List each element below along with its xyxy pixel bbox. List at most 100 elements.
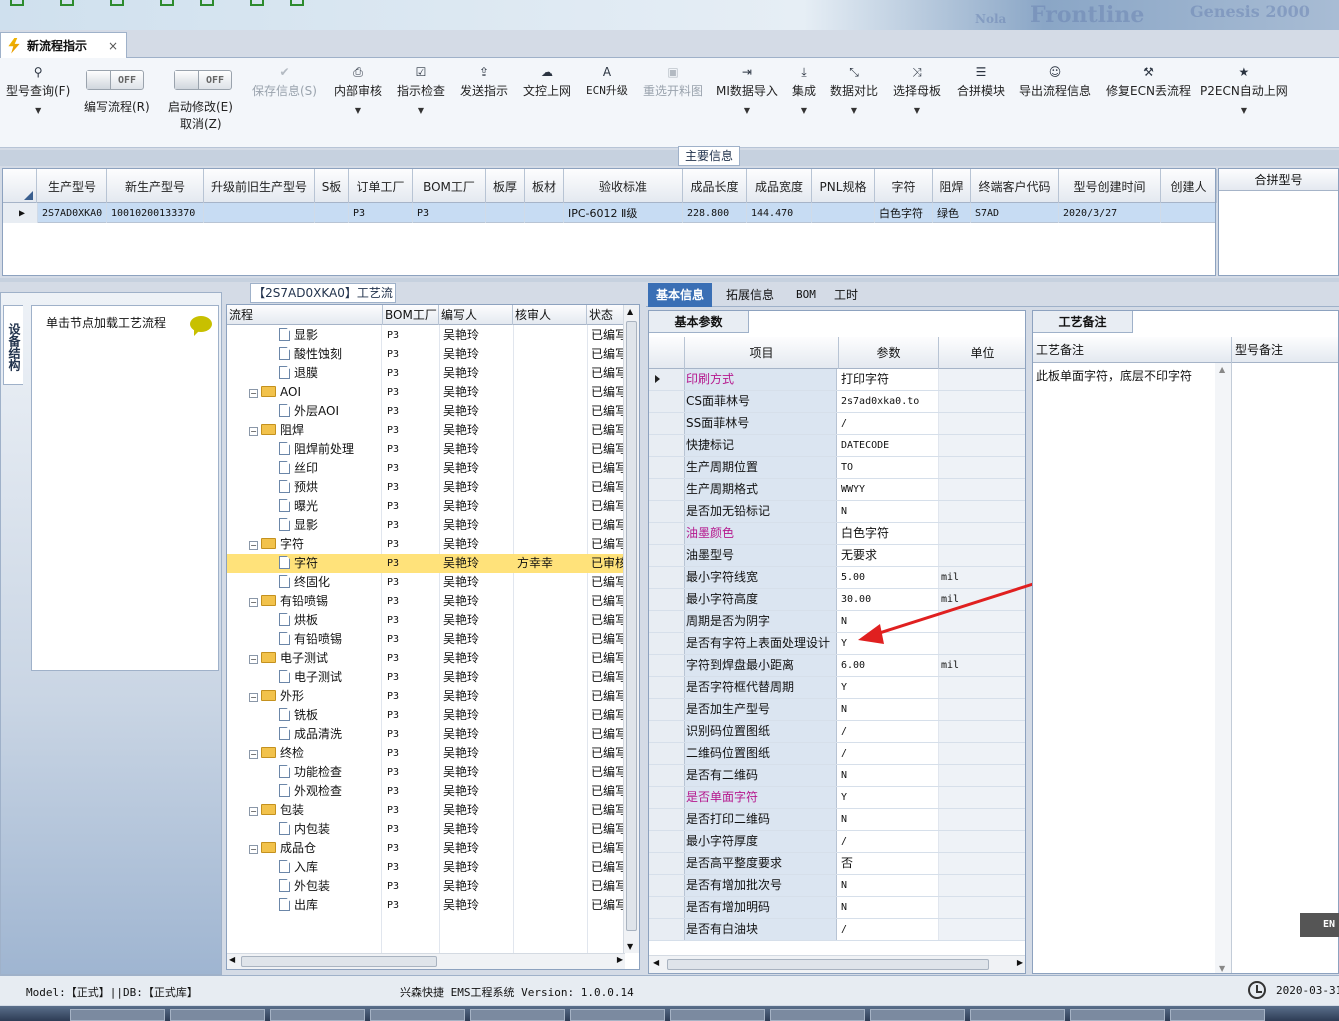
flow-factory-cell[interactable]: P3	[383, 668, 439, 687]
flow-writer-cell[interactable]: 吴艳玲	[443, 516, 513, 535]
param-value[interactable]: /	[839, 413, 939, 434]
startup-modify-toggle[interactable]: OFF	[174, 70, 232, 90]
flow-factory-cell[interactable]: P3	[383, 478, 439, 497]
taskbar-item[interactable]	[670, 1009, 765, 1021]
col-header[interactable]: 单位	[939, 337, 1025, 369]
table-cell[interactable]	[486, 203, 525, 223]
row-indicator-icon[interactable]	[649, 699, 685, 720]
table-cell[interactable]	[1161, 203, 1217, 223]
col-header[interactable]: S板	[315, 169, 349, 203]
row-indicator-icon[interactable]	[649, 413, 685, 434]
flow-factory-cell[interactable]: P3	[383, 402, 439, 421]
flow-writer-cell[interactable]: 吴艳玲	[443, 573, 513, 592]
flow-status-cell[interactable]: 已编写	[591, 725, 625, 744]
check-instruction-button[interactable]: ☑ 指示检查 ▼	[397, 64, 445, 115]
flow-step-name[interactable]: − 终检	[249, 744, 381, 763]
param-row[interactable]: 生产周期格式 WWYY	[649, 479, 1025, 501]
flow-writer-cell[interactable]: 吴艳玲	[443, 801, 513, 820]
ecn-upgrade-button[interactable]: A ECN升级	[586, 64, 628, 98]
taskbar-item[interactable]	[1070, 1009, 1165, 1021]
write-flow-toggle[interactable]: OFF	[86, 70, 144, 90]
flow-row[interactable]: 出库 P3 吴艳玲 已编写	[227, 896, 625, 915]
flow-row[interactable]: 曝光 P3 吴艳玲 已编写	[227, 497, 625, 516]
flow-step-name[interactable]: 显影	[279, 326, 381, 345]
flow-row[interactable]: 字符 P3 吴艳玲 方幸幸 已审核	[227, 554, 625, 573]
flow-status-cell[interactable]: 已编写	[591, 687, 625, 706]
p2ecn-button[interactable]: ★ P2ECN自动上网 ▼	[1200, 64, 1288, 115]
flow-status-cell[interactable]: 已编写	[591, 706, 625, 725]
param-row[interactable]: CS面菲林号 2s7ad0xka0.to	[649, 391, 1025, 413]
collapse-icon[interactable]: −	[249, 655, 258, 664]
flow-row[interactable]: 烘板 P3 吴艳玲 已编写	[227, 611, 625, 630]
taskbar-item[interactable]	[1170, 1009, 1265, 1021]
flow-writer-cell[interactable]: 吴艳玲	[443, 649, 513, 668]
flow-factory-cell[interactable]: P3	[383, 687, 439, 706]
table-cell[interactable]: P3	[349, 203, 413, 223]
flow-reviewer-cell[interactable]	[517, 459, 587, 478]
param-row[interactable]: 印刷方式 打印字符	[649, 369, 1025, 391]
taskbar-item[interactable]	[70, 1009, 165, 1021]
col-header[interactable]: PNL规格	[812, 169, 875, 203]
mi-import-button[interactable]: ⇥ MI数据导入 ▼	[716, 64, 778, 115]
flow-step-name[interactable]: 内包装	[279, 820, 381, 839]
scroll-left-icon[interactable]: ◀	[653, 958, 659, 967]
taskbar-item[interactable]	[570, 1009, 665, 1021]
close-icon[interactable]: ×	[108, 39, 118, 53]
flow-reviewer-cell[interactable]	[517, 668, 587, 687]
param-row[interactable]: 是否高平整度要求否	[649, 853, 1025, 875]
param-value[interactable]: 否	[839, 853, 939, 874]
row-indicator-icon[interactable]	[649, 765, 685, 786]
param-row[interactable]: 最小字符厚度 /	[649, 831, 1025, 853]
flow-factory-cell[interactable]: P3	[383, 592, 439, 611]
flow-row[interactable]: 显影 P3 吴艳玲 已编写	[227, 516, 625, 535]
table-cell[interactable]	[315, 203, 349, 223]
param-value[interactable]: TO	[839, 457, 939, 478]
export-flow-button[interactable]: ☺ 导出流程信息	[1019, 64, 1091, 99]
flow-status-cell[interactable]: 已编写	[591, 630, 625, 649]
select-motherboard-button[interactable]: ⤨ 选择母板 ▼	[893, 64, 941, 115]
scroll-right-icon[interactable]: ▶	[617, 955, 623, 964]
flow-step-name[interactable]: 酸性蚀刻	[279, 345, 381, 364]
table-row[interactable]: ▶ 2S7AD0XKA0 10010200133370 P3 P3 IPC-60…	[3, 203, 1217, 223]
flow-reviewer-cell[interactable]	[517, 725, 587, 744]
flow-factory-cell[interactable]: P3	[383, 782, 439, 801]
splitter[interactable]	[0, 278, 1339, 282]
flow-reviewer-cell[interactable]	[517, 383, 587, 402]
row-indicator-icon[interactable]	[649, 589, 685, 610]
table-cell[interactable]	[525, 203, 564, 223]
flow-status-cell[interactable]: 已编写	[591, 782, 625, 801]
flow-factory-cell[interactable]: P3	[383, 877, 439, 896]
data-compare-button[interactable]: ⤡ 数据对比 ▼	[830, 64, 878, 115]
col-header[interactable]: 新生产型号	[107, 169, 204, 203]
row-indicator-icon[interactable]	[649, 655, 685, 676]
flow-factory-cell[interactable]: P3	[383, 573, 439, 592]
flow-writer-cell[interactable]: 吴艳玲	[443, 611, 513, 630]
flow-status-cell[interactable]: 已编写	[591, 421, 625, 440]
flow-writer-cell[interactable]: 吴艳玲	[443, 687, 513, 706]
row-indicator-icon[interactable]	[649, 677, 685, 698]
flow-reviewer-cell[interactable]	[517, 630, 587, 649]
param-row[interactable]: 是否加生产型号 N	[649, 699, 1025, 721]
tab-new-flow-instruction[interactable]: 新流程指示 ×	[0, 32, 127, 58]
flow-reviewer-cell[interactable]	[517, 440, 587, 459]
taskbar-item[interactable]	[870, 1009, 965, 1021]
flow-status-cell[interactable]: 已编写	[591, 478, 625, 497]
table-cell[interactable]: 2020/3/27	[1059, 203, 1161, 223]
col-header[interactable]: 型号备注	[1232, 337, 1338, 363]
col-header[interactable]: 板材	[525, 169, 564, 203]
param-row[interactable]: 二维码位置图纸 /	[649, 743, 1025, 765]
flow-step-name[interactable]: − 外形	[249, 687, 381, 706]
flow-row[interactable]: 阻焊前处理 P3 吴艳玲 已编写	[227, 440, 625, 459]
flow-step-name[interactable]: 电子测试	[279, 668, 381, 687]
flow-reviewer-cell[interactable]	[517, 877, 587, 896]
dropdown-arrow-icon[interactable]: ▼	[744, 106, 750, 115]
flow-step-name[interactable]: 阻焊前处理	[279, 440, 381, 459]
flow-row[interactable]: − AOI P3 吴艳玲 已编写	[227, 383, 625, 402]
flow-row[interactable]: 酸性蚀刻 P3 吴艳玲 已编写	[227, 345, 625, 364]
integrate-button[interactable]: ⤓ 集成 ▼	[792, 64, 816, 115]
param-value[interactable]: 白色字符	[839, 523, 939, 544]
flow-status-cell[interactable]: 已编写	[591, 383, 625, 402]
flow-reviewer-cell[interactable]	[517, 782, 587, 801]
flow-row[interactable]: 功能检查 P3 吴艳玲 已编写	[227, 763, 625, 782]
param-row[interactable]: 是否有白油块 /	[649, 919, 1025, 941]
